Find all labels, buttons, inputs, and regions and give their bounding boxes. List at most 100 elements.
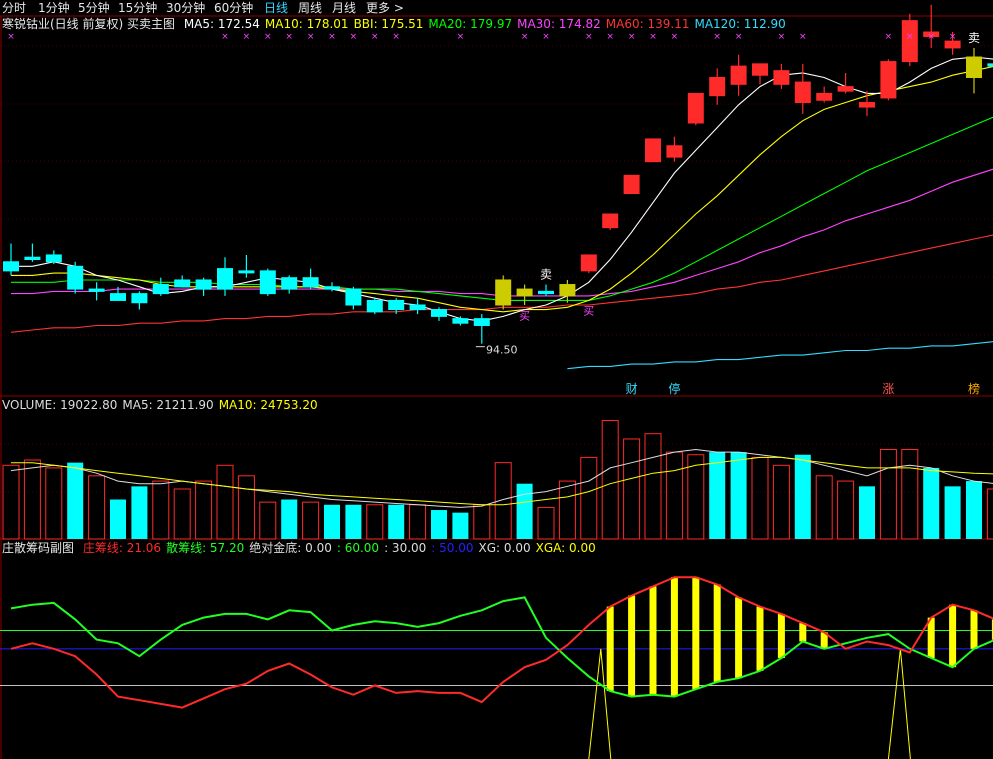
volume-bar (772, 464, 790, 540)
marker-cross: × (671, 32, 679, 42)
candle-body (495, 279, 512, 306)
volume-bar (281, 499, 298, 539)
marker-cross: × (885, 32, 893, 42)
marker-cross: × (350, 32, 358, 42)
candle-body (409, 304, 426, 311)
sell-signal-label: 卖 (540, 268, 552, 282)
marker-cross: × (628, 32, 636, 42)
volume-bar (580, 456, 598, 540)
xga-bar (692, 577, 700, 690)
volume-bar (751, 456, 769, 540)
candle-body (880, 61, 897, 99)
candle-body (987, 63, 993, 67)
event-marker-bang: 榜 (968, 381, 980, 396)
volume-bar (837, 480, 855, 540)
candle-body (944, 40, 961, 49)
sell-signal-label: 卖 (968, 31, 980, 45)
candle-body (859, 102, 875, 108)
xga-bar (628, 595, 636, 697)
volume-bar (88, 475, 106, 540)
volume-bar (388, 504, 405, 539)
candle-body (131, 293, 148, 304)
xga-bar (927, 617, 935, 658)
candle-body (431, 309, 447, 317)
volume-bar (452, 512, 469, 539)
volume-bar (324, 504, 340, 539)
marker-cross: × (585, 32, 593, 42)
volume-bar (966, 481, 982, 539)
xga-bar (670, 577, 678, 697)
volume-bar (366, 504, 384, 540)
marker-cross: × (371, 32, 379, 42)
volume-bar (173, 488, 191, 540)
marker-cross: × (307, 32, 315, 42)
marker-cross: × (778, 32, 786, 42)
candle-body (559, 284, 576, 297)
marker-cross: × (542, 32, 550, 42)
event-marker-zhang: 涨 (882, 381, 894, 396)
xga-bar (713, 584, 721, 682)
event-marker-ting: 停 (668, 381, 680, 396)
volume-bar (195, 480, 213, 540)
candle-body (730, 65, 747, 85)
candle-body (623, 174, 640, 195)
candle-body (709, 77, 726, 97)
volume-bar (45, 467, 63, 540)
volume-bar (23, 459, 41, 540)
candle-body (645, 138, 661, 163)
candle-body (152, 284, 169, 295)
xga-bar (735, 597, 743, 679)
candle-body (259, 270, 276, 295)
candle-body (602, 213, 619, 229)
stock-chart[interactable]: × × × × × × × × × × × × × × × × × × × × × × × × × × 94.50 卖买 买 卖财 停 涨 榜 (0, 0, 993, 759)
volume-bar (859, 486, 875, 539)
volume-bar (601, 420, 619, 540)
candle-body (24, 256, 41, 261)
marker-cross: × (713, 32, 721, 42)
xga-bar (777, 613, 785, 658)
candle-body (516, 288, 533, 297)
volume-bar (131, 486, 148, 539)
marker-cross: × (949, 32, 957, 42)
volume-bar (709, 452, 726, 539)
buy-signal-label: 买 (519, 310, 530, 323)
volume-bar (473, 504, 491, 540)
candle-body (281, 277, 298, 290)
ma20-line (11, 116, 993, 301)
marker-cross: × (328, 32, 336, 42)
candle-body (195, 279, 212, 290)
candle-body (687, 92, 704, 124)
candle-body (67, 265, 84, 290)
volume-bar (879, 448, 897, 540)
candle-body (3, 261, 19, 272)
volume-bar (901, 448, 919, 540)
candle-body (110, 293, 126, 301)
volume-bar (665, 451, 683, 540)
candle-body (174, 279, 191, 288)
volume-bar (516, 483, 533, 539)
marker-cross: × (457, 32, 465, 42)
volume-bar (67, 462, 84, 539)
volume-bar (644, 433, 662, 540)
xga-bar (949, 604, 957, 668)
candle-body (538, 290, 554, 295)
volume-bar (558, 480, 576, 540)
candle-body (816, 92, 833, 101)
xga-bar (606, 606, 614, 692)
candle-body (837, 86, 854, 92)
volume-bar (152, 480, 170, 540)
xga-bar (970, 610, 978, 649)
marker-cross: × (927, 32, 935, 42)
volume-bar (537, 506, 555, 540)
candle-body (580, 254, 597, 272)
candle-body (794, 81, 811, 104)
xga-bar (799, 623, 807, 642)
marker-cross: × (243, 32, 251, 42)
volume-bar (259, 501, 277, 540)
candle-body (388, 299, 405, 311)
volume-bar (687, 454, 705, 540)
marker-cross: × (392, 32, 400, 42)
ma30-line (11, 168, 993, 297)
marker-cross: × (799, 32, 807, 42)
marker-cross: × (285, 32, 293, 42)
